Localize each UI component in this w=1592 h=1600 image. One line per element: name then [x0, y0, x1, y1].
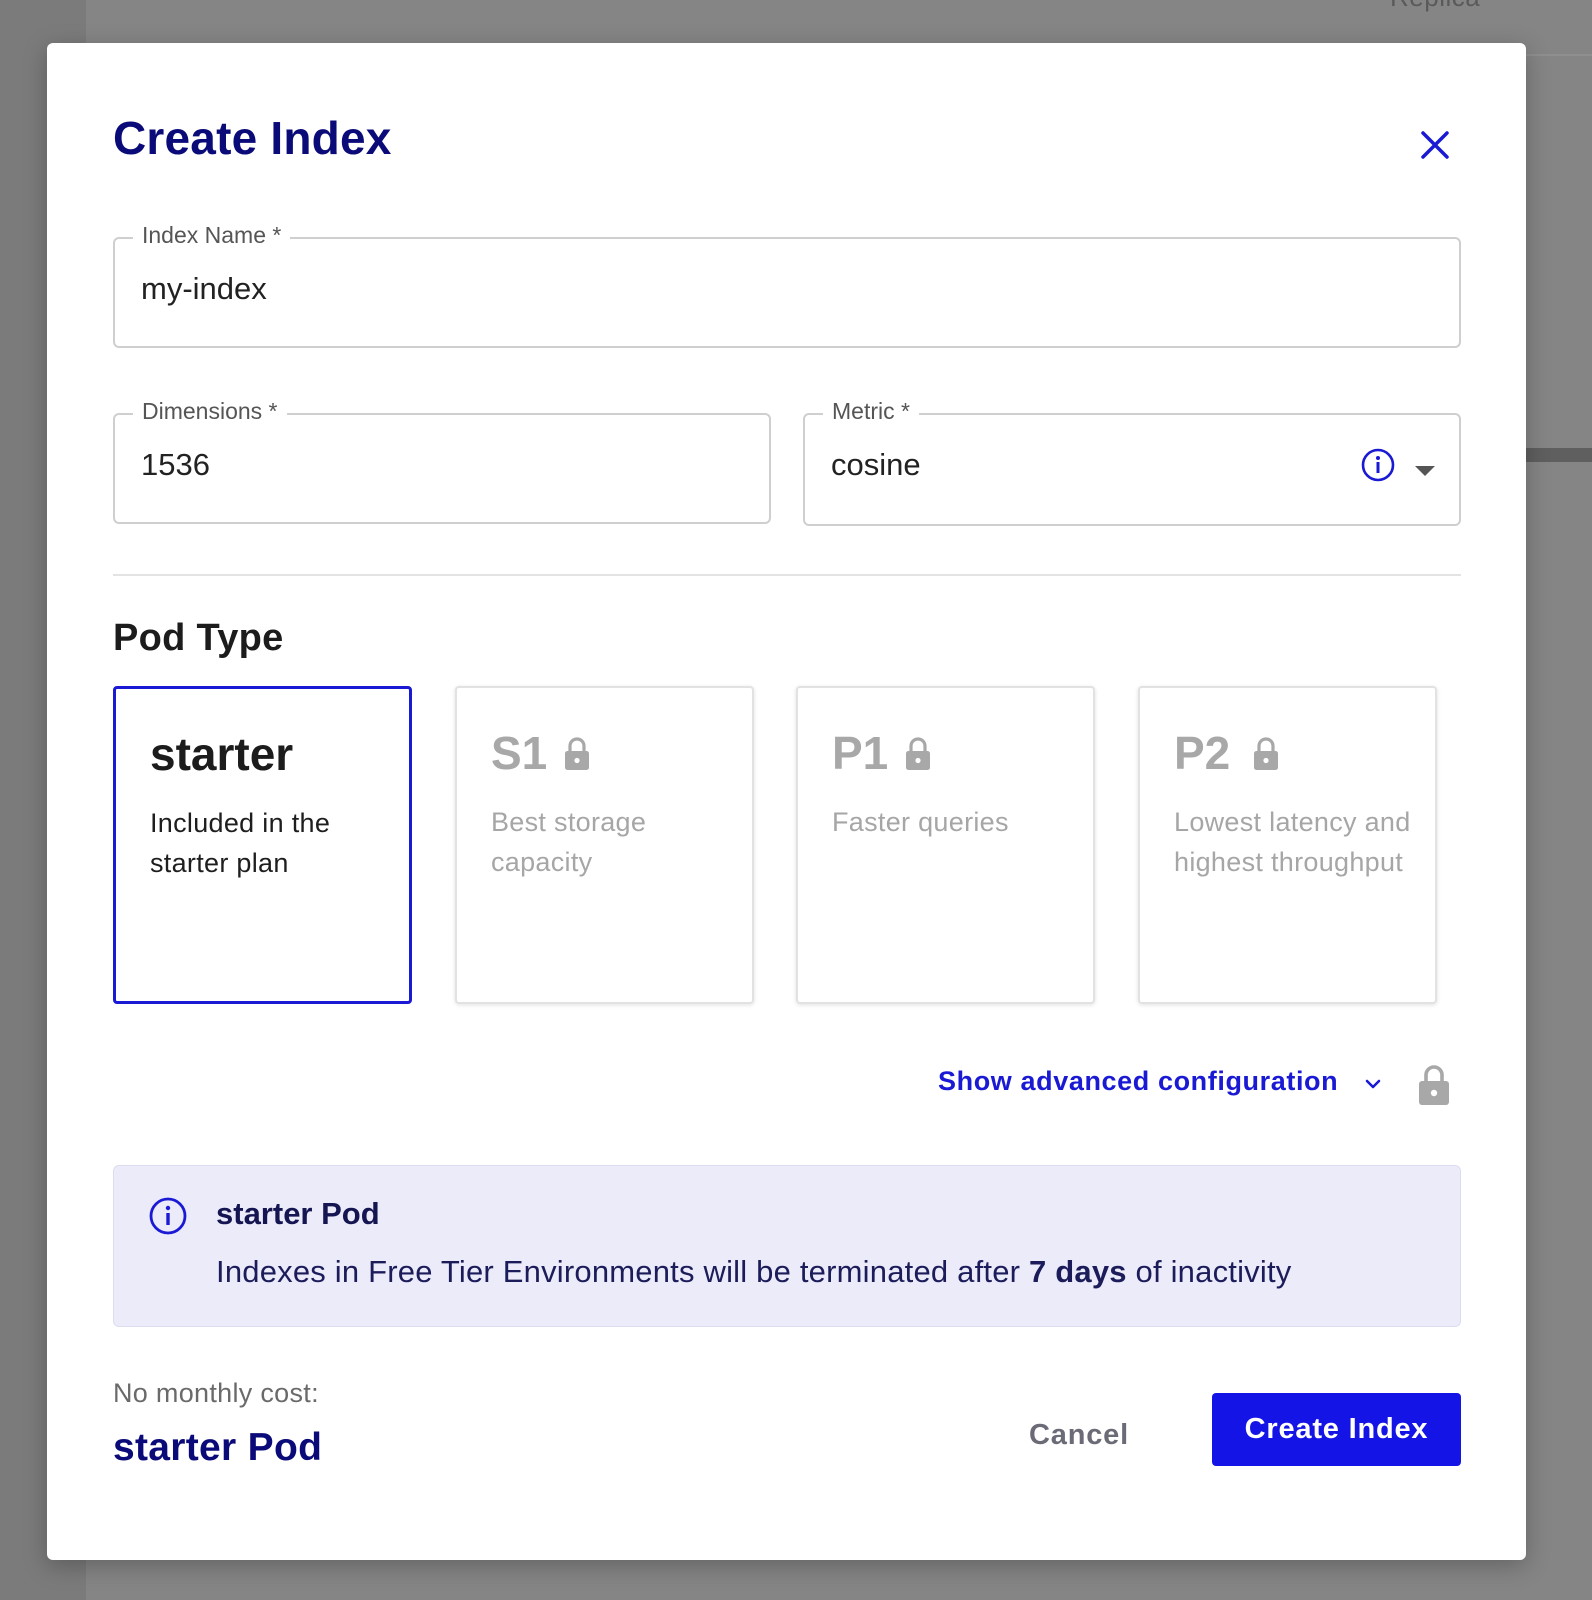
starter-pod-notice: starter Pod Indexes in Free Tier Environ… — [113, 1165, 1461, 1327]
notice-title: starter Pod — [216, 1196, 380, 1231]
notice-text: Indexes in Free Tier Environments will b… — [216, 1254, 1291, 1290]
close-icon — [1421, 131, 1449, 159]
pod-card-p1[interactable]: P1 Faster queries — [796, 686, 1095, 1004]
cost-label: No monthly cost: — [113, 1378, 319, 1408]
background-divider — [1526, 54, 1592, 56]
lock-icon — [906, 737, 930, 770]
create-index-dialog: Create Index Index Name * my-index Dimen… — [47, 43, 1526, 1560]
pod-card-s1[interactable]: S1 Best storage capacity — [455, 686, 754, 1004]
pod-description: Lowest latency and highest throughput — [1174, 807, 1411, 877]
metric-label: Metric * — [823, 398, 919, 425]
pod-card-p2[interactable]: P2 Lowest latency and highest throughput — [1138, 686, 1437, 1004]
cost-value: starter Pod — [113, 1426, 323, 1469]
dimensions-label: Dimensions * — [133, 398, 287, 425]
index-name-field[interactable]: Index Name * my-index — [113, 222, 1461, 348]
info-icon[interactable] — [1360, 447, 1396, 483]
chevron-down-icon[interactable] — [1361, 1075, 1385, 1093]
show-advanced-configuration-link[interactable]: Show advanced configuration — [938, 1066, 1338, 1097]
lock-icon — [1419, 1065, 1449, 1105]
index-name-input[interactable]: my-index — [141, 271, 267, 307]
pod-name: P1 — [832, 727, 889, 779]
pod-name: starter — [150, 728, 294, 780]
index-name-label: Index Name * — [133, 222, 291, 249]
background-header-text: Replica — [1390, 0, 1480, 13]
pod-description: Included in the starter plan — [150, 808, 331, 878]
background-scrollbar — [1526, 448, 1592, 462]
close-button[interactable] — [1415, 125, 1455, 165]
lock-icon — [565, 737, 589, 770]
pod-name: P2 — [1174, 727, 1231, 779]
dimensions-field[interactable]: Dimensions * 1536 — [113, 398, 771, 524]
notice-text-after: of inactivity — [1126, 1254, 1292, 1289]
metric-select[interactable]: Metric * cosine — [803, 398, 1461, 526]
pod-name: S1 — [491, 727, 548, 779]
cancel-button[interactable]: Cancel — [1009, 1405, 1149, 1465]
notice-text-before: Indexes in Free Tier Environments will b… — [216, 1254, 1029, 1289]
info-icon — [149, 1197, 187, 1235]
pod-description: Best storage capacity — [491, 807, 647, 877]
pod-type-heading: Pod Type — [113, 617, 284, 659]
create-index-button[interactable]: Create Index — [1212, 1393, 1461, 1466]
pod-card-starter[interactable]: starter Included in the starter plan — [113, 686, 412, 1004]
dialog-title: Create Index — [113, 112, 392, 164]
section-divider — [113, 574, 1461, 576]
metric-value[interactable]: cosine — [831, 447, 921, 483]
caret-down-icon[interactable] — [1415, 466, 1435, 476]
notice-text-bold: 7 days — [1029, 1254, 1127, 1289]
lock-icon — [1254, 737, 1278, 770]
pod-description: Faster queries — [832, 807, 1009, 837]
dimensions-input[interactable]: 1536 — [141, 447, 210, 483]
